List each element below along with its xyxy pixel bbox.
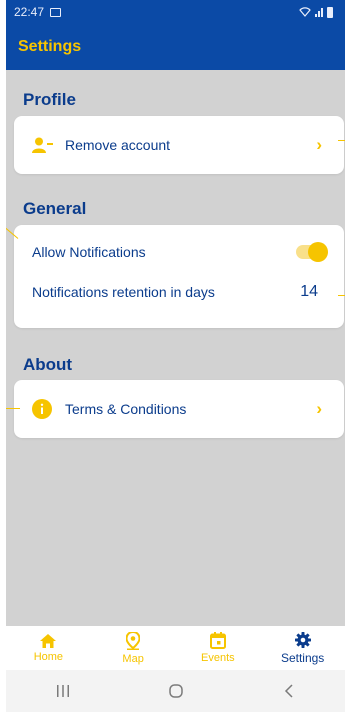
system-navigation-bar: [6, 670, 345, 712]
retention-value: 14: [300, 283, 318, 300]
chevron-right-icon: ›: [316, 399, 322, 418]
map-pin-icon: [126, 631, 141, 650]
allow-notifications-toggle[interactable]: [296, 242, 328, 262]
recent-apps-icon: [56, 685, 69, 697]
section-title-general: General: [23, 199, 87, 218]
nav-home-label: Home: [33, 650, 64, 663]
remove-account-row[interactable]: Remove account ›: [14, 116, 344, 174]
status-bar: 22:47: [6, 0, 345, 24]
retention-label: Notifications retention in days: [32, 284, 215, 300]
nav-home[interactable]: Home: [13, 633, 83, 663]
bottom-navigation: Home Map Events Settings: [6, 626, 345, 670]
nav-map[interactable]: Map: [98, 631, 168, 665]
back-chevron-icon: [284, 684, 293, 698]
nav-settings-label: Settings: [280, 650, 325, 665]
nav-events-label: Events: [201, 652, 235, 664]
nav-map-label: Map: [122, 652, 144, 665]
info-icon: [32, 399, 52, 419]
recent-apps-button[interactable]: [33, 685, 93, 697]
battery-icon: [327, 6, 333, 18]
gear-icon: [294, 631, 311, 648]
image-notification-icon: [50, 7, 62, 17]
remove-account-label: Remove account: [65, 137, 171, 153]
section-title-profile: Profile: [23, 90, 76, 109]
status-time: 22:47: [14, 5, 45, 19]
terms-row[interactable]: Terms & Conditions ›: [14, 380, 344, 438]
retention-row[interactable]: Notifications retention in days 14: [14, 275, 344, 309]
allow-notifications-label: Allow Notifications: [32, 244, 146, 260]
user-remove-icon: [32, 137, 53, 153]
nav-settings[interactable]: Settings: [268, 631, 338, 665]
profile-card: Remove account ›: [14, 116, 344, 174]
toggle-knob: [308, 242, 328, 262]
home-icon: [40, 633, 57, 648]
app-bar: Settings: [6, 24, 345, 70]
wifi-icon: [299, 7, 311, 17]
annotation-line: [338, 295, 345, 296]
about-card: Terms & Conditions ›: [14, 380, 344, 438]
home-circle-icon: [168, 684, 183, 698]
calendar-icon: [209, 632, 226, 649]
nav-events[interactable]: Events: [183, 632, 253, 664]
annotation-line: [338, 140, 345, 141]
general-card: Allow Notifications Notifications retent…: [14, 225, 344, 328]
terms-label: Terms & Conditions: [65, 401, 187, 417]
allow-notifications-row: Allow Notifications: [14, 235, 344, 269]
back-system-button[interactable]: [259, 684, 319, 698]
annotation-line: [6, 408, 20, 409]
signal-icon: [315, 7, 323, 17]
home-system-button[interactable]: [146, 684, 206, 698]
settings-screen: 22:47 Settings Profile Remove account ›: [6, 0, 345, 712]
chevron-right-icon: ›: [316, 135, 322, 154]
section-title-about: About: [23, 355, 73, 374]
page-title: Settings: [18, 38, 82, 55]
